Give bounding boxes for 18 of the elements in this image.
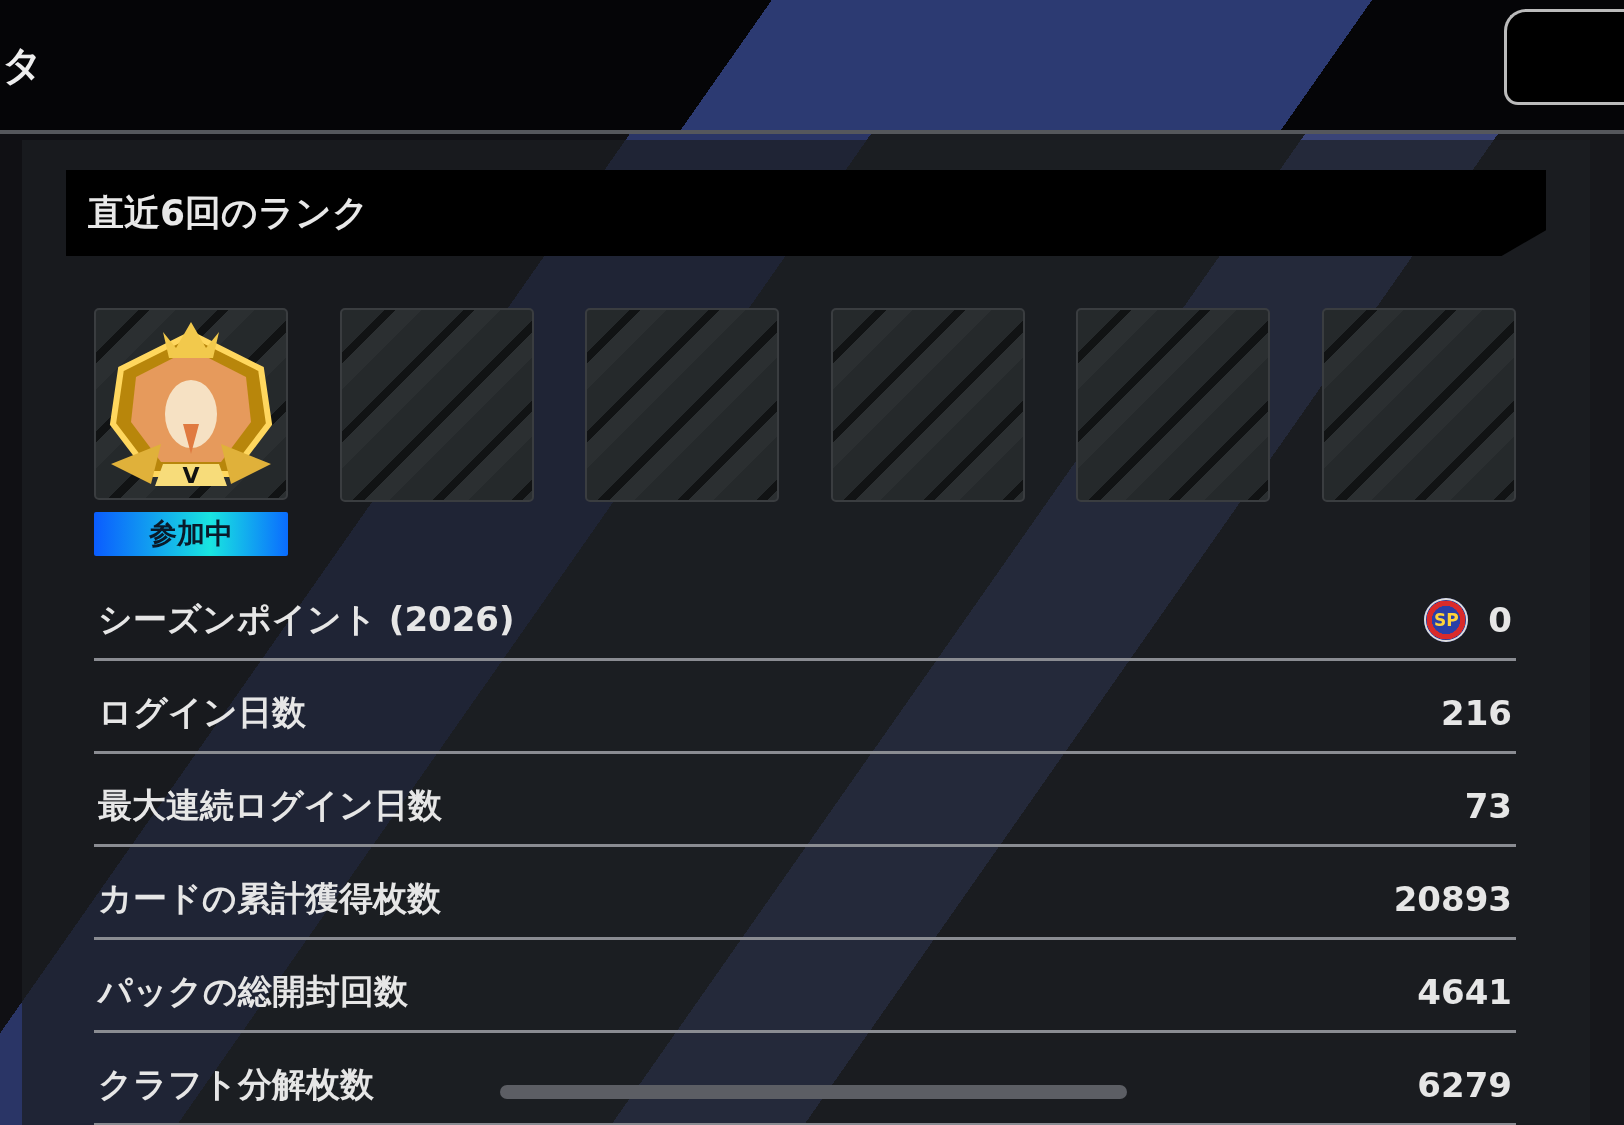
stat-value: 0 — [1488, 600, 1512, 640]
stat-value: 73 — [1464, 786, 1512, 826]
season-point-icon: SP — [1424, 598, 1469, 642]
stat-label: 最大連続ログイン日数 — [98, 784, 442, 827]
rank-tier-label: V — [182, 463, 200, 489]
participating-badge: 参加中 — [94, 512, 288, 556]
section-title: 直近6回のランク — [66, 170, 1546, 256]
header-button[interactable] — [1504, 9, 1624, 105]
stat-value: 20893 — [1393, 879, 1512, 919]
screen-title: タ — [2, 40, 43, 90]
stat-label: パックの総開封回数 — [98, 970, 408, 1013]
stat-value: 4641 — [1417, 972, 1512, 1012]
stat-value: 6279 — [1417, 1065, 1512, 1105]
stat-label: ログイン日数 — [98, 691, 306, 734]
stat-label: シーズンポイント (2026) — [98, 598, 515, 641]
stat-value: 216 — [1441, 693, 1512, 733]
stat-label: カードの累計獲得枚数 — [98, 877, 441, 920]
stat-label: クラフト分解枚数 — [98, 1063, 374, 1106]
